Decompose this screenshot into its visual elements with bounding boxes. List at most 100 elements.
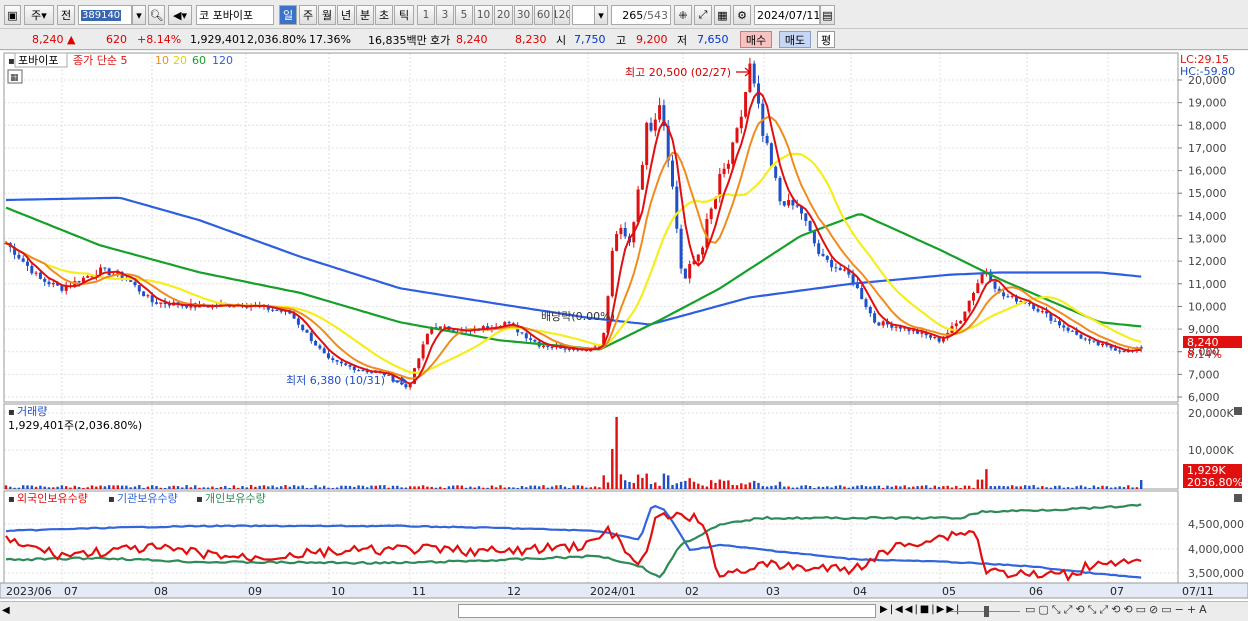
period-week[interactable]: 주 <box>299 5 317 25</box>
candle-body <box>619 228 623 235</box>
interval-60[interactable]: 60 <box>534 5 553 25</box>
candle-body <box>305 330 309 333</box>
candle-body <box>17 254 21 259</box>
period-year[interactable]: 년 <box>337 5 355 25</box>
code-input[interactable]: 389140 <box>78 5 132 25</box>
vol-close-icon[interactable] <box>1234 407 1242 415</box>
volume-bar <box>675 483 678 489</box>
candle-body <box>817 243 821 254</box>
x-tick-label: 10 <box>331 585 345 598</box>
volume-bar <box>353 486 356 489</box>
volume-bar <box>559 485 562 489</box>
candle-body <box>443 326 447 328</box>
scroll-thumb[interactable] <box>458 604 876 618</box>
y-tick-label: 10,000 <box>1188 300 1227 313</box>
volume-bar <box>937 486 941 489</box>
prev-button[interactable]: 전 <box>57 5 75 25</box>
hold-close-icon[interactable] <box>1234 494 1242 502</box>
volume-bar <box>989 486 992 489</box>
count-field[interactable]: 265/543 <box>611 5 671 25</box>
candle-body <box>929 335 932 338</box>
volume-bar <box>99 485 102 489</box>
sell-button[interactable]: 매도 <box>779 31 811 48</box>
candle-body <box>744 91 748 117</box>
volume-bar <box>1019 486 1022 489</box>
period-second[interactable]: 초 <box>375 5 393 25</box>
volume-bar <box>426 486 429 489</box>
sound-icon[interactable]: ◀▾ <box>168 5 192 25</box>
market-select[interactable]: 주 ▾ <box>24 5 54 25</box>
interval-120[interactable]: 120 <box>554 5 570 25</box>
settings-icon[interactable]: ⚙ <box>733 5 751 25</box>
volume-bar <box>1066 487 1070 489</box>
candle-body <box>787 200 791 206</box>
dividend-annotation: 배당락(0.00%) <box>541 310 615 323</box>
interval-dropdown[interactable]: ▾ <box>594 5 608 25</box>
volume-bar <box>993 486 997 489</box>
volume-bar <box>4 485 8 489</box>
window-icon[interactable]: ▣ <box>4 5 21 25</box>
volume-bar <box>17 487 21 489</box>
candle-body <box>155 302 158 304</box>
period-tick[interactable]: 틱 <box>394 5 414 25</box>
search-icon[interactable]: 🔍︎ <box>148 5 165 25</box>
period-minute[interactable]: 분 <box>356 5 374 25</box>
interval-20[interactable]: 20 <box>494 5 513 25</box>
calendar-icon[interactable]: ▤ <box>820 5 835 25</box>
volume-bar <box>327 487 330 489</box>
zoom-icon[interactable]: ▦ <box>714 5 731 25</box>
volume-bar <box>460 485 463 489</box>
scroll-left-icon[interactable]: ◀ <box>2 605 10 616</box>
buy-button[interactable]: 매수 <box>740 31 772 48</box>
interval-3[interactable]: 3 <box>436 5 454 25</box>
volume-bar <box>490 485 494 489</box>
candle-body <box>765 135 769 144</box>
candle-body <box>1058 321 1061 326</box>
period-day[interactable]: 일 <box>279 5 297 25</box>
candle-body <box>550 346 554 348</box>
volume-bar <box>542 485 545 489</box>
x-tick-label: 06 <box>1029 585 1043 598</box>
candle-body <box>507 322 511 324</box>
avg-button[interactable]: 평 <box>817 31 835 48</box>
volume-bar <box>185 485 188 489</box>
vol-box2-text: 2036.80% <box>1187 476 1243 489</box>
interval-10[interactable]: 10 <box>474 5 493 25</box>
stock-chart[interactable]: 2023/06 07 08 09 10 11 12 2024/01 02 03 04 05 06 07 07… <box>0 51 1248 601</box>
date-field[interactable]: 2024/07/11 <box>754 5 820 25</box>
interval-5[interactable]: 5 <box>455 5 473 25</box>
crosshair-icon[interactable]: ⁜ <box>674 5 692 25</box>
quote-open: 7,750 <box>574 33 606 46</box>
pct-box-text: 8.14% <box>1187 348 1222 361</box>
candle-body <box>1006 296 1010 298</box>
volume-bar <box>9 486 12 489</box>
chart-tools[interactable]: ▭▢⤡⤢⟲⤡⤢⟲⟲▭⊘▭−+A <box>1025 603 1210 617</box>
code-dropdown[interactable]: ▾ <box>132 5 146 25</box>
volume-bar <box>641 477 644 489</box>
volume-bar <box>297 486 300 489</box>
volume-bar <box>697 483 700 489</box>
legend-foreign: 외국인보유수량 <box>17 492 88 505</box>
candle-body <box>877 322 881 326</box>
y-tick-label: 15,000 <box>1188 187 1227 200</box>
candle-body <box>533 339 537 342</box>
zoom-slider[interactable] <box>950 604 1020 618</box>
draw-tool-icon[interactable]: ⤢ <box>694 5 712 25</box>
volume-bar <box>649 483 653 489</box>
legend-ma120: 120 <box>212 54 233 67</box>
volume-bar <box>421 485 425 489</box>
candle-body <box>1113 348 1117 351</box>
period-month[interactable]: 월 <box>318 5 336 25</box>
stock-name-field[interactable]: 코 포바이포 <box>196 5 274 25</box>
volume-bar <box>572 485 575 489</box>
volume-bar <box>1028 485 1031 489</box>
bottom-scrollbar[interactable]: ◀ ▶|◀◀|■|▶▶| ▭▢⤡⤢⟲⤡⤢⟲⟲▭⊘▭−+A <box>0 601 1248 621</box>
interval-1[interactable]: 1 <box>417 5 435 25</box>
interval-30[interactable]: 30 <box>514 5 533 25</box>
volume-bar <box>151 485 154 489</box>
x-tick-label: 2023/06 <box>6 585 52 598</box>
volume-bar <box>206 487 210 489</box>
volume-bar <box>529 485 532 489</box>
volume-bar <box>950 487 954 489</box>
volume-bar <box>976 479 979 489</box>
